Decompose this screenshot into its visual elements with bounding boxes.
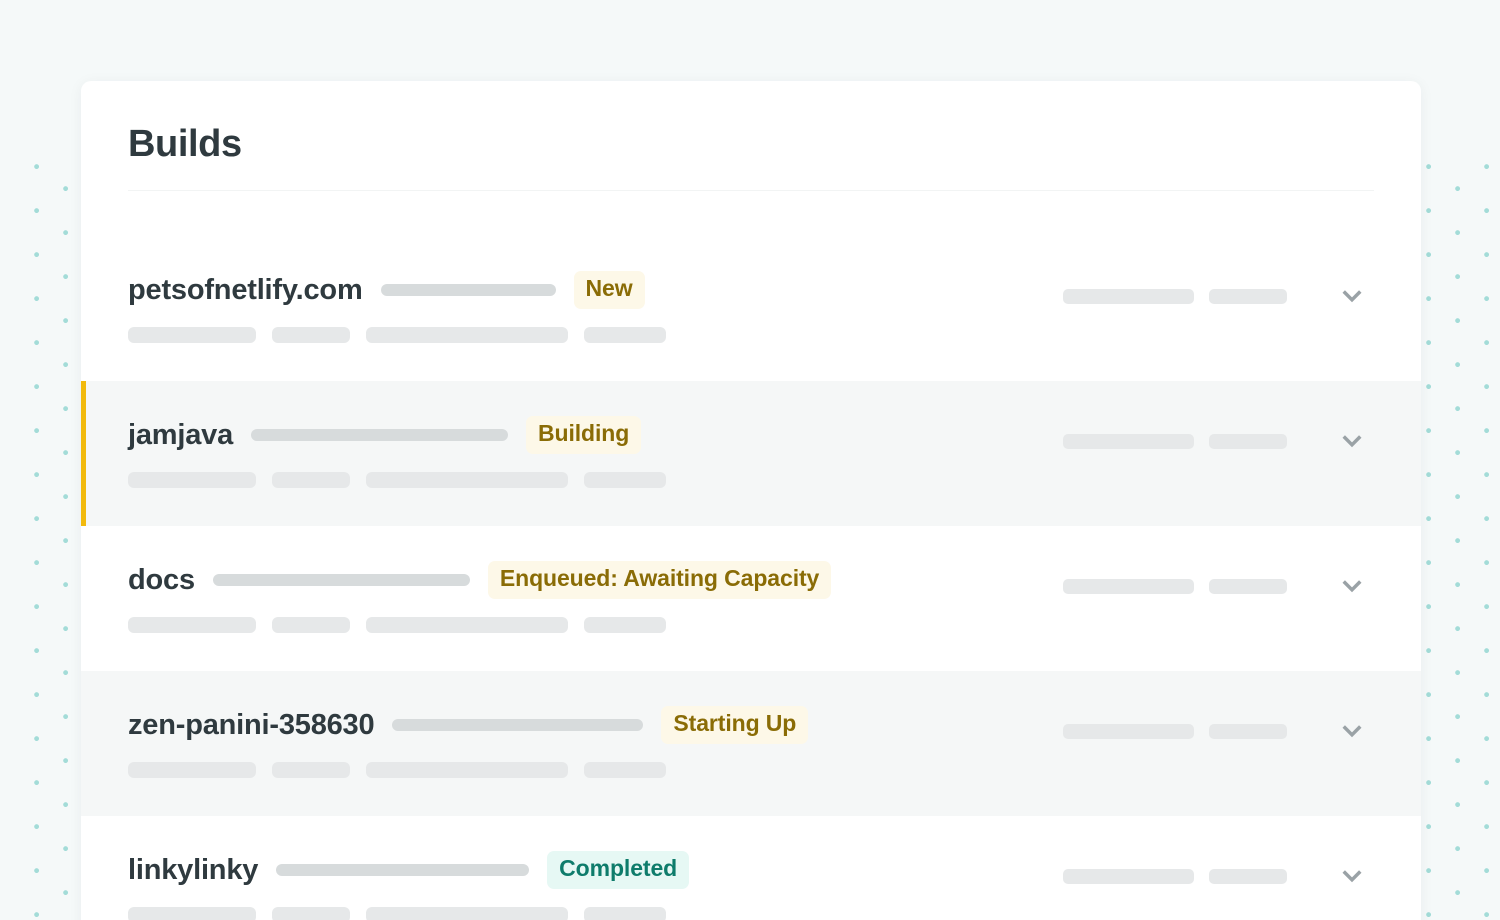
aside-placeholder bbox=[1063, 288, 1194, 304]
aside-placeholder bbox=[1209, 723, 1287, 739]
meta-placeholder bbox=[366, 472, 568, 488]
build-row-main: petsofnetlify.com New bbox=[128, 271, 1063, 343]
aside-placeholder bbox=[1063, 433, 1194, 449]
meta-placeholder bbox=[128, 907, 256, 920]
site-name[interactable]: jamjava bbox=[128, 419, 233, 452]
aside-placeholder bbox=[1063, 868, 1194, 884]
site-name[interactable]: docs bbox=[128, 564, 195, 597]
aside-placeholder bbox=[1063, 723, 1194, 739]
build-row-aside bbox=[1063, 713, 1374, 749]
meta-placeholder bbox=[272, 472, 350, 488]
build-row-aside bbox=[1063, 568, 1374, 604]
meta-placeholder bbox=[366, 617, 568, 633]
meta-placeholder bbox=[128, 762, 256, 778]
status-badge: Starting Up bbox=[661, 706, 809, 744]
meta-placeholder bbox=[272, 617, 350, 633]
build-row-primary: linkylinky Completed bbox=[128, 851, 1063, 889]
build-list: petsofnetlify.com New jamjava Building docs E… bbox=[81, 236, 1421, 920]
meta-placeholder bbox=[584, 762, 666, 778]
build-row-primary: docs Enqueued: Awaiting Capacity bbox=[128, 561, 1063, 599]
build-row[interactable]: zen-panini-358630 Starting Up bbox=[81, 671, 1421, 816]
meta-placeholder bbox=[584, 907, 666, 920]
chevron-down-icon[interactable] bbox=[1330, 423, 1374, 459]
build-row-main: docs Enqueued: Awaiting Capacity bbox=[128, 561, 1063, 633]
deploy-summary-placeholder bbox=[212, 574, 470, 586]
build-row-aside bbox=[1063, 278, 1374, 314]
build-row-primary: petsofnetlify.com New bbox=[128, 271, 1063, 309]
active-build-marker bbox=[81, 381, 86, 526]
aside-placeholder bbox=[1209, 288, 1287, 304]
meta-placeholder bbox=[366, 327, 568, 343]
active-build-marker bbox=[81, 236, 86, 381]
build-row-aside bbox=[1063, 423, 1374, 459]
build-row-aside bbox=[1063, 858, 1374, 894]
deploy-summary-placeholder bbox=[380, 284, 556, 296]
chevron-down-icon[interactable] bbox=[1330, 278, 1374, 314]
build-row[interactable]: linkylinky Completed bbox=[81, 816, 1421, 920]
header-divider bbox=[128, 190, 1374, 191]
aside-placeholder bbox=[1209, 578, 1287, 594]
build-row-main: zen-panini-358630 Starting Up bbox=[128, 706, 1063, 778]
build-row-main: linkylinky Completed bbox=[128, 851, 1063, 920]
build-row-primary: jamjava Building bbox=[128, 416, 1063, 454]
status-badge: Completed bbox=[547, 851, 690, 889]
status-badge: New bbox=[573, 271, 645, 309]
active-build-marker bbox=[81, 671, 86, 816]
meta-placeholder bbox=[584, 617, 666, 633]
build-meta-placeholders bbox=[128, 617, 1063, 633]
chevron-down-icon[interactable] bbox=[1330, 713, 1374, 749]
active-build-marker bbox=[81, 526, 86, 671]
build-meta-placeholders bbox=[128, 907, 1063, 920]
build-meta-placeholders bbox=[128, 327, 1063, 343]
meta-placeholder bbox=[584, 472, 666, 488]
deploy-summary-placeholder bbox=[276, 864, 530, 876]
site-name[interactable]: zen-panini-358630 bbox=[128, 709, 375, 742]
site-name[interactable]: linkylinky bbox=[128, 854, 258, 887]
build-row[interactable]: jamjava Building bbox=[81, 381, 1421, 526]
aside-placeholder bbox=[1209, 433, 1287, 449]
status-badge: Enqueued: Awaiting Capacity bbox=[487, 561, 832, 599]
build-row-main: jamjava Building bbox=[128, 416, 1063, 488]
status-badge: Building bbox=[526, 416, 642, 454]
builds-card: Builds petsofnetlify.com New jamjava Buildi… bbox=[81, 81, 1421, 920]
chevron-down-icon[interactable] bbox=[1330, 568, 1374, 604]
meta-placeholder bbox=[366, 762, 568, 778]
site-name[interactable]: petsofnetlify.com bbox=[128, 274, 363, 307]
meta-placeholder bbox=[272, 327, 350, 343]
deploy-summary-placeholder bbox=[251, 429, 509, 441]
meta-placeholder bbox=[584, 327, 666, 343]
page-title: Builds bbox=[128, 123, 242, 165]
meta-placeholder bbox=[366, 907, 568, 920]
meta-placeholder bbox=[128, 617, 256, 633]
meta-placeholder bbox=[128, 472, 256, 488]
build-meta-placeholders bbox=[128, 762, 1063, 778]
meta-placeholder bbox=[128, 327, 256, 343]
build-row-primary: zen-panini-358630 Starting Up bbox=[128, 706, 1063, 744]
active-build-marker bbox=[81, 816, 86, 920]
meta-placeholder bbox=[272, 907, 350, 920]
card-header: Builds bbox=[81, 81, 1421, 191]
chevron-down-icon[interactable] bbox=[1330, 858, 1374, 894]
deploy-summary-placeholder bbox=[392, 719, 644, 731]
meta-placeholder bbox=[272, 762, 350, 778]
aside-placeholder bbox=[1063, 578, 1194, 594]
build-row[interactable]: docs Enqueued: Awaiting Capacity bbox=[81, 526, 1421, 671]
aside-placeholder bbox=[1209, 868, 1287, 884]
build-row[interactable]: petsofnetlify.com New bbox=[81, 236, 1421, 381]
background-left-mask bbox=[0, 0, 14, 920]
build-meta-placeholders bbox=[128, 472, 1063, 488]
